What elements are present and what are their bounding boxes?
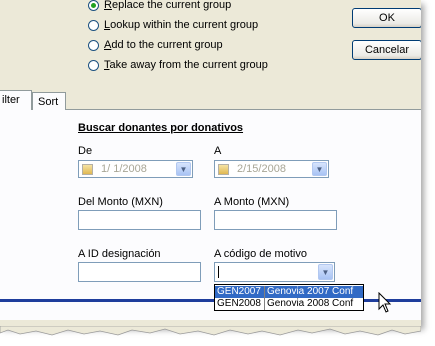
option-replace[interactable]: Replace the current group: [88, 0, 231, 13]
from-date-checkbox[interactable]: [82, 164, 93, 175]
motive-code-dropdown-list: GEN2007 Genovia 2007 Conf GEN2008 Genovi…: [214, 284, 364, 311]
dropdown-item-code: GEN2007: [217, 286, 261, 297]
dropdown-item-gen2007[interactable]: GEN2007 Genovia 2007 Conf: [215, 286, 363, 298]
radio-replace[interactable]: [88, 0, 99, 11]
motive-code-combo[interactable]: ▼: [214, 262, 335, 282]
tab-filter[interactable]: ilter: [0, 90, 32, 110]
radio-lookup[interactable]: [88, 19, 99, 31]
option-add-label: dd to the current group: [111, 39, 223, 51]
motive-dropdown-icon[interactable]: ▼: [318, 264, 333, 280]
dropdown-item-name: Genovia 2007 Conf: [267, 286, 354, 297]
option-replace-accel: R: [104, 0, 112, 11]
amount-to-label: A Monto (MXN): [214, 196, 290, 208]
to-date-value: 2/15/2008: [237, 163, 286, 175]
dropdown-item-gen2008[interactable]: GEN2008 Genovia 2008 Conf: [215, 298, 363, 310]
torn-edge: [0, 326, 421, 336]
option-add[interactable]: Add to the current group: [88, 37, 223, 53]
to-date-picker[interactable]: 2/15/2008 ▼: [214, 160, 329, 178]
amount-from-label: Del Monto (MXN): [78, 196, 163, 208]
amount-from-input[interactable]: [78, 210, 201, 230]
option-replace-label: eplace the current group: [111, 0, 232, 11]
tab-sort[interactable]: Sort: [32, 92, 66, 110]
amount-to-input[interactable]: [214, 210, 337, 230]
cancel-button[interactable]: Cancelar: [352, 40, 421, 60]
option-lookup[interactable]: Lookup within the current group: [88, 17, 258, 33]
text-caret: [218, 266, 219, 278]
motive-code-label: A código de motivo: [214, 248, 307, 260]
option-take-away[interactable]: Take away from the current group: [88, 57, 268, 73]
option-lookup-label: ookup within the current group: [110, 19, 259, 31]
dropdown-item-name: Genovia 2008 Conf: [267, 298, 354, 309]
dropdown-item-code: GEN2008: [217, 298, 261, 309]
to-date-label: A: [214, 145, 222, 157]
option-take-away-label: ake away from the current group: [109, 59, 268, 71]
designation-label: A ID designación: [78, 248, 161, 260]
to-date-checkbox[interactable]: [218, 164, 229, 175]
radio-add[interactable]: [88, 39, 99, 51]
search-heading: Buscar donantes por donativos: [78, 122, 244, 134]
from-date-label: De: [78, 145, 93, 157]
from-date-value: 1/ 1/2008: [101, 163, 147, 175]
column-separator: [264, 286, 265, 298]
query-dialog: Replace the current group Lookup within …: [0, 0, 421, 326]
column-separator: [264, 298, 265, 310]
to-date-dropdown-icon[interactable]: ▼: [312, 162, 327, 176]
from-date-dropdown-icon[interactable]: ▼: [176, 162, 191, 176]
ok-button[interactable]: OK: [352, 8, 421, 28]
radio-take-away[interactable]: [88, 59, 99, 71]
designation-input[interactable]: [78, 262, 201, 282]
from-date-picker[interactable]: 1/ 1/2008 ▼: [78, 160, 193, 178]
mouse-cursor-icon: [378, 292, 392, 313]
